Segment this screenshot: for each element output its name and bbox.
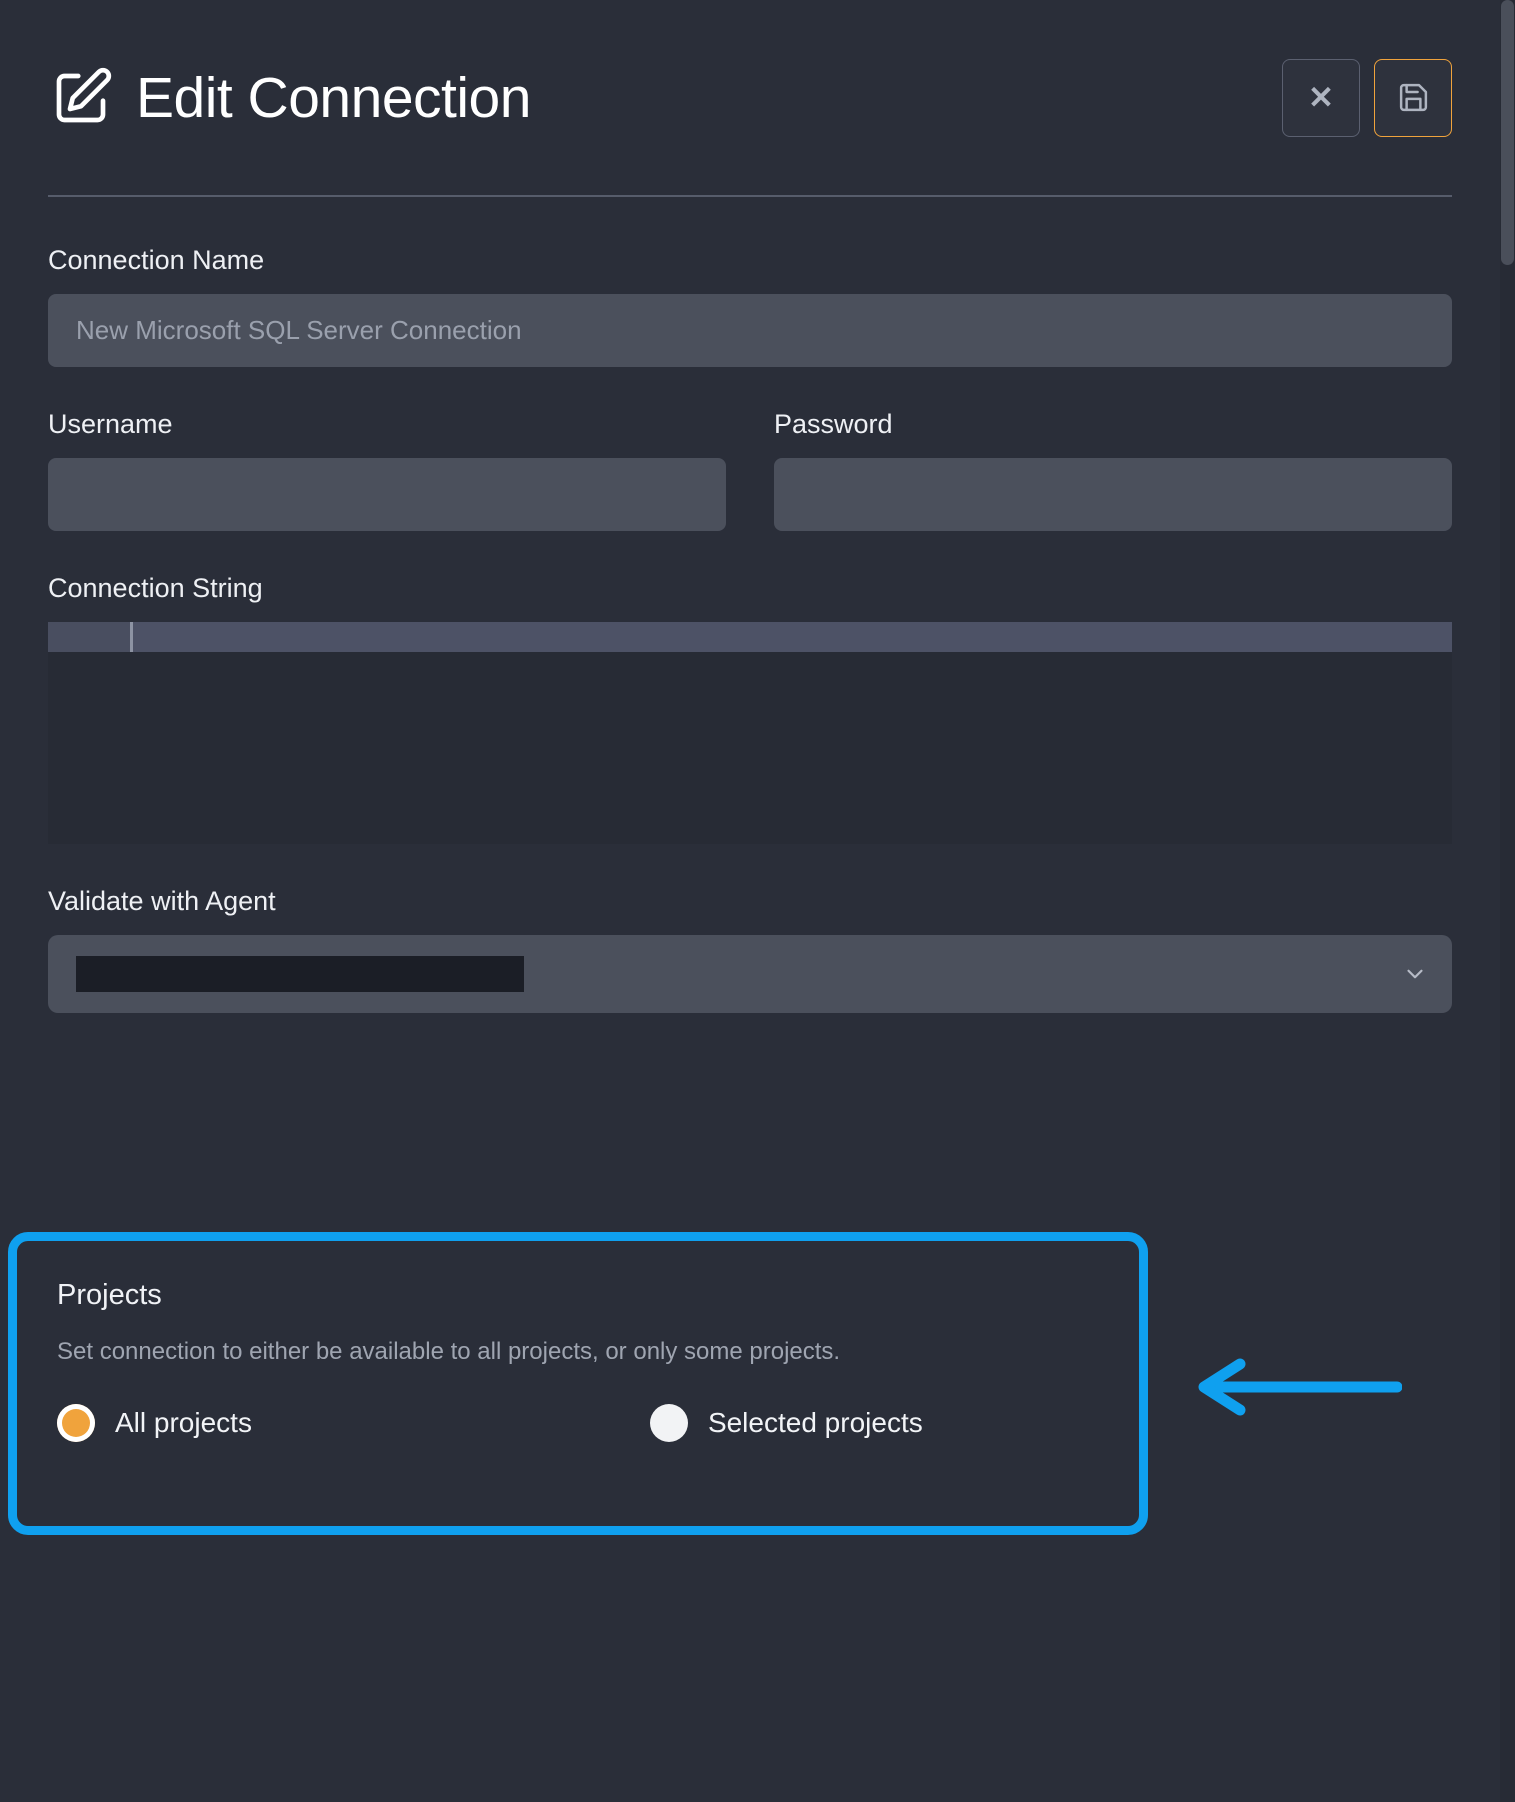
editor-empty-area bbox=[48, 651, 1452, 844]
connection-string-label: Connection String bbox=[48, 572, 263, 603]
radio-label-all-projects: All projects bbox=[115, 1407, 252, 1438]
validate-with-agent-field-group: Validate with Agent bbox=[48, 886, 1452, 1013]
editor-active-line bbox=[48, 621, 1452, 652]
projects-title: Projects bbox=[57, 1279, 162, 1311]
username-field-group: Username bbox=[48, 409, 726, 531]
connection-string-code-editor[interactable] bbox=[48, 621, 1452, 844]
projects-radio-group: All projects Selected projects bbox=[57, 1404, 1099, 1442]
editor-line-content bbox=[133, 622, 1452, 652]
projects-description: Set connection to either be available to… bbox=[57, 1338, 841, 1365]
credentials-row: Username Password bbox=[48, 409, 1452, 531]
connection-string-field-group: Connection String bbox=[48, 573, 1452, 844]
header-divider bbox=[48, 195, 1452, 197]
close-x-icon: ✕ bbox=[1308, 80, 1334, 115]
password-field-group: Password bbox=[774, 409, 1452, 531]
password-input[interactable] bbox=[774, 457, 1452, 531]
vertical-scrollbar-thumb[interactable] bbox=[1501, 0, 1514, 265]
vertical-scrollbar-track[interactable] bbox=[1500, 0, 1515, 1802]
username-label: Username bbox=[48, 408, 173, 439]
radio-label-selected-projects: Selected projects bbox=[707, 1407, 923, 1438]
floppy-disk-save-icon bbox=[1397, 81, 1430, 114]
title-group: Edit Connection bbox=[48, 65, 531, 131]
projects-section-highlight: Projects Set connection to either be ava… bbox=[8, 1232, 1148, 1535]
connection-name-input[interactable] bbox=[48, 293, 1452, 367]
edit-connection-dialog: Edit Connection ✕ Connection Name New Mi… bbox=[0, 0, 1515, 1802]
left-pointing-arrow-annotation-icon bbox=[1192, 1356, 1403, 1418]
editor-gutter bbox=[48, 621, 130, 652]
edit-square-pencil-icon bbox=[48, 65, 114, 131]
password-label: Password bbox=[774, 408, 893, 439]
redacted-agent-value bbox=[76, 955, 524, 992]
dialog-header: Edit Connection ✕ bbox=[48, 0, 1452, 195]
radio-unselected-icon[interactable] bbox=[649, 1404, 688, 1442]
connection-name-field-group: Connection Name bbox=[48, 245, 1452, 367]
radio-option-selected-projects[interactable]: Selected projects bbox=[649, 1404, 923, 1442]
close-button[interactable]: ✕ bbox=[1282, 58, 1360, 137]
validate-with-agent-label: Validate with Agent bbox=[48, 885, 276, 916]
page-title: Edit Connection bbox=[136, 65, 531, 130]
chevron-down-icon bbox=[1402, 961, 1428, 987]
radio-option-all-projects[interactable]: All projects bbox=[57, 1404, 252, 1442]
header-actions: ✕ bbox=[1282, 58, 1452, 137]
connection-name-label: Connection Name bbox=[48, 244, 265, 275]
radio-selected-icon[interactable] bbox=[57, 1404, 95, 1442]
username-input[interactable] bbox=[48, 457, 726, 531]
projects-section: Projects Set connection to either be ava… bbox=[17, 1241, 1139, 1526]
validate-with-agent-select[interactable] bbox=[48, 934, 1452, 1013]
save-button[interactable] bbox=[1374, 58, 1452, 137]
